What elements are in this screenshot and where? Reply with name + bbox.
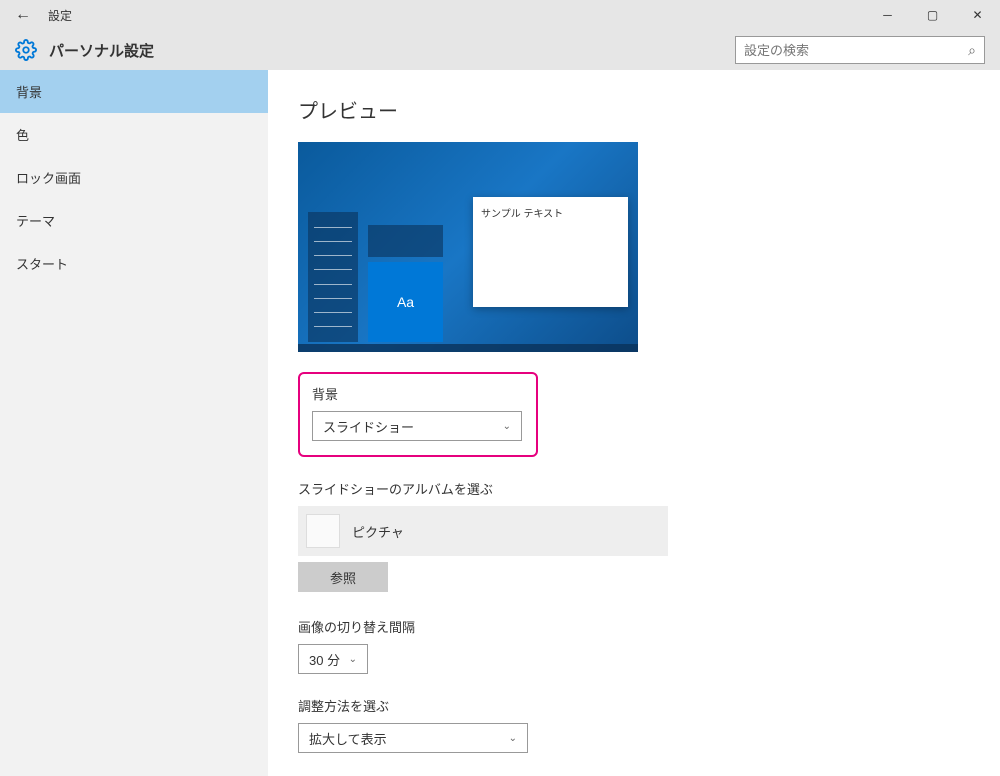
background-label: 背景: [312, 384, 524, 403]
sidebar: 背景 色 ロック画面 テーマ スタート: [0, 70, 268, 776]
preview-heading: プレビュー: [298, 95, 970, 124]
gear-icon: [15, 39, 37, 61]
interval-dropdown[interactable]: 30 分 ⌄: [298, 644, 368, 674]
preview-window-text: サンプル テキスト: [481, 205, 620, 220]
preview-tile-small: [368, 225, 443, 257]
fit-dropdown[interactable]: 拡大して表示 ⌄: [298, 723, 528, 753]
chevron-down-icon: ⌄: [349, 654, 357, 665]
preview-window: サンプル テキスト: [473, 197, 628, 307]
back-button[interactable]: ←: [8, 6, 38, 24]
desktop-preview: Aa サンプル テキスト: [298, 142, 638, 352]
page-title: パーソナル設定: [49, 40, 154, 61]
fit-label: 調整方法を選ぶ: [298, 696, 970, 715]
album-label: スライドショーのアルバムを選ぶ: [298, 479, 970, 498]
content: プレビュー Aa サンプル テキスト 背景 スライドショー ⌄ スライドショーの…: [268, 70, 1000, 776]
search-box[interactable]: ⌕: [735, 36, 985, 64]
browse-button[interactable]: 参照: [298, 562, 388, 592]
search-input[interactable]: [744, 43, 968, 58]
preview-taskbar: [298, 344, 638, 352]
preview-tile: Aa: [368, 262, 443, 342]
album-thumbnail: [306, 514, 340, 548]
chevron-down-icon: ⌄: [503, 421, 511, 432]
minimize-button[interactable]: ─: [865, 0, 910, 30]
fit-dropdown-value: 拡大して表示: [309, 729, 387, 748]
header: パーソナル設定 ⌕: [0, 30, 1000, 70]
background-dropdown-value: スライドショー: [323, 417, 414, 436]
search-icon: ⌕: [968, 42, 976, 59]
album-selection[interactable]: ピクチャ: [298, 506, 668, 556]
sidebar-item-theme[interactable]: テーマ: [0, 199, 268, 242]
window-title: 設定: [48, 7, 72, 24]
sidebar-item-lockscreen[interactable]: ロック画面: [0, 156, 268, 199]
window-controls: ─ ▢ ✕: [865, 0, 1000, 30]
close-button[interactable]: ✕: [955, 0, 1000, 30]
interval-label: 画像の切り替え間隔: [298, 617, 970, 636]
interval-dropdown-value: 30 分: [309, 650, 340, 669]
background-dropdown[interactable]: スライドショー ⌄: [312, 411, 522, 441]
album-name: ピクチャ: [352, 522, 404, 541]
sidebar-item-color[interactable]: 色: [0, 113, 268, 156]
background-setting-highlight: 背景 スライドショー ⌄: [298, 372, 538, 457]
sidebar-item-background[interactable]: 背景: [0, 70, 268, 113]
maximize-button[interactable]: ▢: [910, 0, 955, 30]
chevron-down-icon: ⌄: [509, 733, 517, 744]
titlebar: ← 設定 ─ ▢ ✕: [0, 0, 1000, 30]
preview-start-menu: [308, 212, 358, 342]
sidebar-item-start[interactable]: スタート: [0, 242, 268, 285]
